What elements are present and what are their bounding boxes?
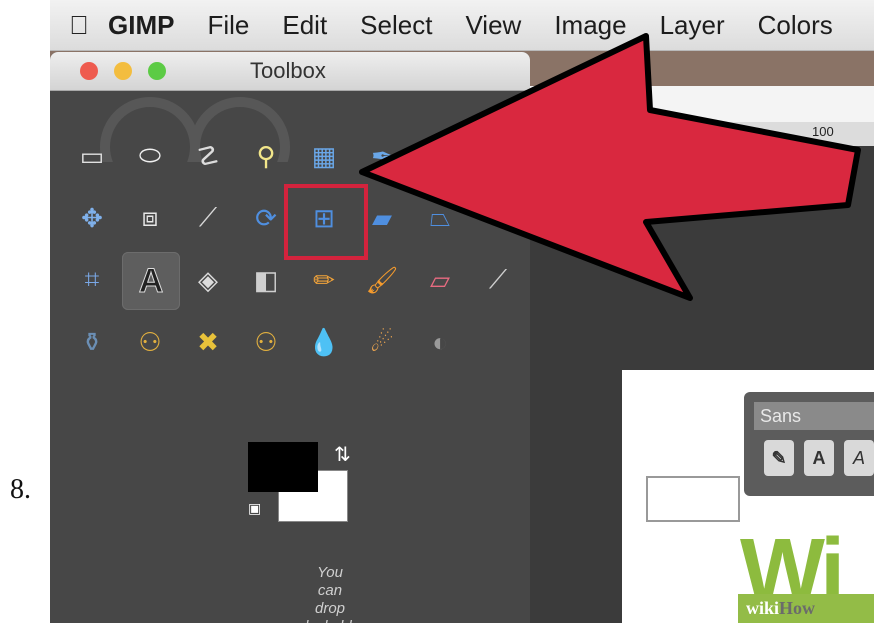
font-name-field[interactable]: Sans <box>754 402 874 430</box>
zoom-tool-icon[interactable]: 🔍 <box>420 136 460 176</box>
smudge-tool-icon[interactable]: ☄ <box>362 322 402 362</box>
toolbox-title: Toolbox <box>250 58 326 83</box>
shear-tool-icon[interactable]: ▰ <box>362 198 402 238</box>
menu-edit[interactable]: Edit <box>282 10 327 41</box>
eraser-tool-icon[interactable]: ▱ <box>420 260 460 300</box>
horizontal-ruler: 100 <box>530 122 874 147</box>
minimize-button[interactable] <box>114 62 132 80</box>
move-tool-icon[interactable]: ✥ <box>72 198 112 238</box>
screenshot:  GIMP File Edit Select View Image Layer… <box>50 0 874 623</box>
measure-tool-icon[interactable]: ⩘ <box>478 136 518 176</box>
drop-hint-line: drop <box>314 600 346 617</box>
drop-hint-line: You <box>317 564 343 581</box>
foreground-color-swatch[interactable] <box>248 442 318 492</box>
ellipse-select-tool-icon[interactable]: ⬭ <box>130 136 170 176</box>
text-tool-icon[interactable]: A <box>122 252 180 310</box>
bucket-fill-tool-icon[interactable]: ◈ <box>188 260 228 300</box>
clone-tool-icon[interactable]: ⚇ <box>130 322 170 362</box>
drop-hint-line: dockable <box>280 618 380 623</box>
menu-file[interactable]: File <box>207 10 249 41</box>
swap-colors-icon[interactable]: ⇅ <box>334 442 351 467</box>
fuzzy-select-tool-icon[interactable]: ⚲ <box>246 136 286 176</box>
flip-tool-icon[interactable]: ⇔ <box>478 198 518 238</box>
drop-hint-text: You can drop dockable <box>280 564 380 623</box>
zoom-button[interactable] <box>148 62 166 80</box>
menu-colors[interactable]: Colors <box>758 10 833 41</box>
heal-tool-icon[interactable]: ✖ <box>188 322 228 362</box>
blur-tool-icon[interactable]: 💧 <box>304 322 344 362</box>
apple-icon[interactable]:  <box>50 10 108 41</box>
pencil-tool-icon[interactable]: ✏ <box>304 260 344 300</box>
image-window-titlebar <box>530 86 874 122</box>
default-colors-icon[interactable]: ▣ <box>248 500 261 517</box>
perspective-tool-icon[interactable]: ⏢ <box>420 198 460 238</box>
menu-view[interactable]: View <box>465 10 521 41</box>
menu-layer[interactable]: Layer <box>660 10 725 41</box>
close-button[interactable] <box>80 62 98 80</box>
rotate-tool-icon[interactable]: ⟳ <box>246 198 286 238</box>
wikihow-badge-main: wiki <box>746 598 780 618</box>
text-bold-button[interactable]: A <box>804 440 834 476</box>
rect-select-tool-icon[interactable]: ▭ <box>72 136 112 176</box>
dodge-burn-tool-icon[interactable]: ◐ <box>420 322 460 362</box>
menu-gimp[interactable]: GIMP <box>108 10 174 41</box>
toolbox-window: Toolbox ▭ ⬭ ☡ ⚲ ▦ ✒ 🔍 ⩘ ✥ ⧈ ⟋ ⟳ ⊞ ▰ ⏢ ⇔ ⌗ A ◈ ◧ ✏ 🖌 ▱ ⟋ ⚱ ⚇ ✖ ⚇ 💧 ☄ ◐ … <box>50 52 530 623</box>
step-number: 8. <box>10 474 31 505</box>
menu-image[interactable]: Image <box>554 10 626 41</box>
drop-hint-line: can <box>317 582 343 599</box>
ink-tool-icon[interactable]: ⚱ <box>72 322 112 362</box>
menu-select[interactable]: Select <box>360 10 432 41</box>
text-style-icon[interactable]: ✎ <box>764 440 794 476</box>
text-box-frame[interactable] <box>646 476 740 522</box>
blend-tool-icon[interactable]: ◧ <box>246 260 286 300</box>
cage-tool-icon[interactable]: ⌗ <box>72 260 112 300</box>
paintbrush-tool-icon[interactable]: 🖌 <box>362 260 402 300</box>
ruler-label: 100 <box>812 124 834 139</box>
toolbox-titlebar: Toolbox <box>50 52 530 91</box>
airbrush-tool-icon[interactable]: ⟋ <box>478 260 518 300</box>
paths-tool-icon[interactable]: ✒ <box>362 136 402 176</box>
perspective-clone-tool-icon[interactable]: ⚇ <box>246 322 286 362</box>
free-select-tool-icon[interactable]: ☡ <box>188 136 228 176</box>
tool-highlight-box <box>284 184 368 260</box>
select-by-color-tool-icon[interactable]: ▦ <box>304 136 344 176</box>
wikihow-badge: wikiHow <box>738 594 874 623</box>
crop-tool-icon[interactable]: ⟋ <box>188 198 228 238</box>
wikihow-badge-accent: How <box>779 598 816 618</box>
menu-bar:  GIMP File Edit Select View Image Layer… <box>50 0 874 51</box>
text-italic-button[interactable]: A <box>844 440 874 476</box>
align-tool-icon[interactable]: ⧈ <box>130 198 170 238</box>
